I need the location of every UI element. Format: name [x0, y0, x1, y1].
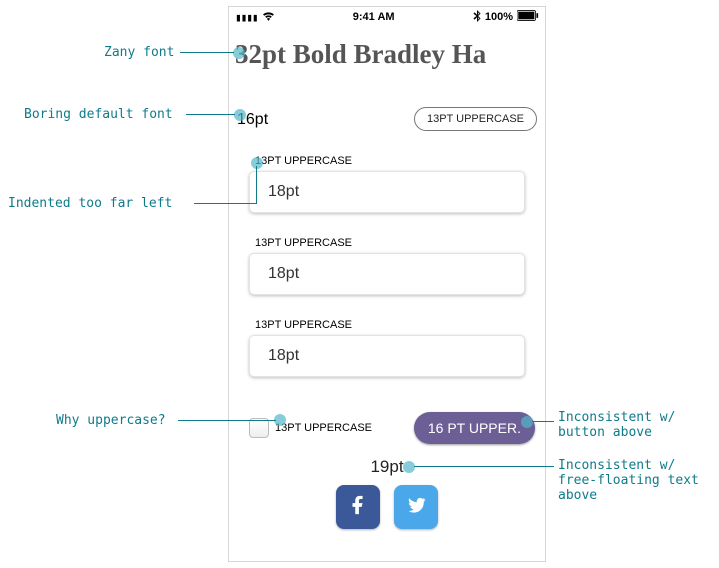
wifi-icon: [262, 11, 275, 24]
callout-dot: [521, 416, 533, 428]
status-time: 9:41 AM: [275, 11, 473, 23]
form-group-3: 13PT UPPERCASE 18pt: [249, 319, 525, 377]
top-row: 16pt 13PT UPPERCASE: [237, 107, 537, 133]
callout-dot: [251, 157, 263, 169]
annotation-indent: Indented too far left: [8, 196, 172, 211]
annotation-line: [186, 114, 235, 115]
battery-icon: [517, 10, 539, 24]
annotation-line: [532, 421, 554, 422]
annotation-incons-text: Inconsistent w/ free-floating text above: [558, 458, 699, 503]
annotation-zany: Zany font: [104, 45, 174, 60]
text-input[interactable]: 18pt: [249, 253, 525, 295]
callout-dot: [403, 461, 415, 473]
annotation-why: Why uppercase?: [56, 413, 166, 428]
twitter-button[interactable]: [394, 485, 438, 529]
phone-frame: ▮▮▮▮ 9:41 AM 100% 32pt Bold Bradley Ha 1…: [228, 6, 546, 562]
social-row: [229, 485, 545, 529]
annotation-incons-btn: Inconsistent w/ button above: [558, 410, 675, 440]
page-title: 32pt Bold Bradley Ha: [235, 39, 486, 70]
checkbox-row: 13PT UPPERCASE 16 PT UPPER.: [249, 411, 535, 445]
annotation-line: [414, 466, 554, 467]
checkbox-label: 13PT UPPERCASE: [275, 422, 372, 434]
annotation-boring: Boring default font: [24, 107, 173, 122]
primary-button[interactable]: 16 PT UPPER.: [414, 412, 535, 444]
field-label: 13PT UPPERCASE: [255, 237, 525, 249]
twitter-icon: [405, 494, 427, 521]
form-group-2: 13PT UPPERCASE 18pt: [249, 237, 525, 295]
field-label: 13PT UPPERCASE: [255, 155, 525, 167]
free-text: 19pt: [229, 457, 545, 477]
checkbox[interactable]: [249, 418, 269, 438]
callout-dot: [233, 47, 245, 59]
annotation-line: [194, 203, 256, 204]
field-label: 13PT UPPERCASE: [255, 319, 525, 331]
battery-percent: 100%: [485, 11, 513, 23]
annotation-line: [180, 52, 234, 53]
form-group-1: 13PT UPPERCASE 18pt: [249, 155, 525, 213]
facebook-icon: [347, 494, 369, 521]
annotation-line: [178, 420, 276, 421]
outline-button[interactable]: 13PT UPPERCASE: [414, 107, 537, 131]
annotation-line: [256, 166, 257, 204]
signal-icon: ▮▮▮▮: [235, 11, 258, 24]
bluetooth-icon: [473, 10, 481, 25]
status-bar: ▮▮▮▮ 9:41 AM 100%: [229, 7, 545, 27]
facebook-button[interactable]: [336, 485, 380, 529]
callout-dot: [234, 109, 246, 121]
text-input[interactable]: 18pt: [249, 335, 525, 377]
text-input[interactable]: 18pt: [249, 171, 525, 213]
